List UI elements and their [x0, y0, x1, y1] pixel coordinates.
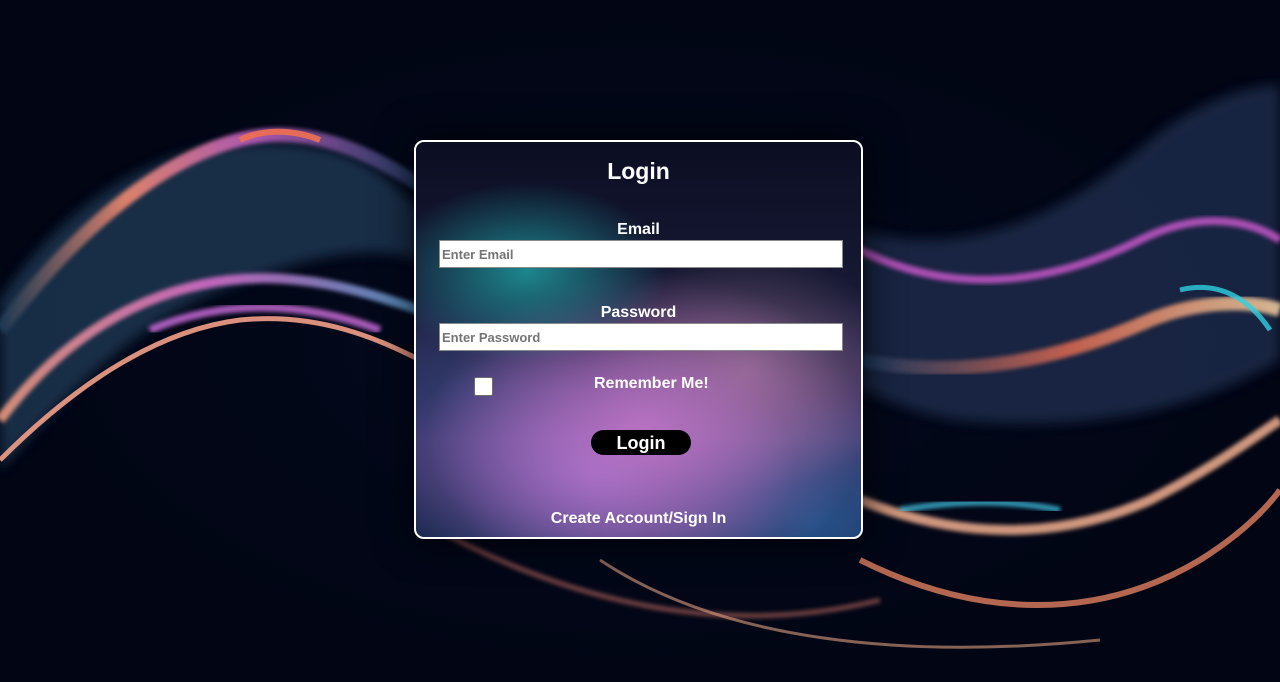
email-label: Email	[617, 221, 660, 238]
email-input[interactable]	[439, 240, 843, 268]
remember-me-checkbox[interactable]	[474, 377, 493, 396]
login-button[interactable]: Login	[591, 430, 691, 455]
create-account-link[interactable]: Create Account/Sign In	[416, 510, 861, 528]
login-title: Login	[607, 158, 670, 184]
remember-me-label: Remember Me!	[594, 375, 709, 392]
login-card: Login Email Password Remember Me! Login …	[414, 140, 863, 539]
password-label: Password	[600, 304, 677, 321]
password-input[interactable]	[439, 323, 843, 351]
